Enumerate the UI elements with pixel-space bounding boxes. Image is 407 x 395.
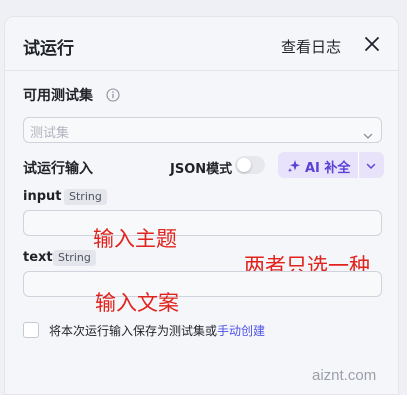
chevron-down-icon bbox=[363, 126, 373, 139]
panel-title: 试运行 bbox=[23, 39, 74, 59]
save-as-test-set-text: 将本次运行输入保存为测试集或手动创建 bbox=[49, 322, 265, 339]
panel-header: 试运行 查看日志 bbox=[5, 17, 398, 71]
ai-options-dropdown[interactable] bbox=[359, 152, 384, 178]
ai-complete-button-group: AI 补全 bbox=[278, 152, 384, 178]
ai-complete-button[interactable]: AI 补全 bbox=[278, 152, 358, 178]
run-input-label: 试运行输入 bbox=[23, 161, 93, 177]
save-as-test-set-checkbox[interactable] bbox=[23, 322, 39, 338]
json-mode-label: JSON模式 bbox=[170, 162, 233, 177]
sparkle-icon bbox=[287, 158, 301, 173]
toggle-knob bbox=[237, 158, 251, 172]
text-field[interactable] bbox=[23, 271, 382, 297]
save-as-test-set-label: 将本次运行输入保存为测试集或 bbox=[49, 324, 218, 338]
info-icon bbox=[106, 87, 120, 102]
chevron-down-icon bbox=[366, 163, 376, 169]
field-name-text: text bbox=[23, 250, 53, 265]
type-tag-input: String bbox=[64, 189, 107, 205]
test-set-placeholder: 测试集 bbox=[30, 126, 70, 141]
ai-complete-label: AI 补全 bbox=[305, 161, 351, 176]
annotation-input-copy: 输入文案 bbox=[95, 291, 179, 315]
field-name-input: input bbox=[23, 189, 62, 204]
test-set-select[interactable]: 测试集 bbox=[23, 117, 382, 143]
watermark: aiznt.com bbox=[312, 367, 377, 384]
annotation-input-topic: 输入主题 bbox=[93, 227, 177, 251]
test-run-panel: 试运行 查看日志 可用测试集 测试集 试运行输入 JSON模式 AI 补全 in… bbox=[4, 16, 399, 395]
close-icon[interactable] bbox=[361, 33, 383, 55]
manual-create-link[interactable]: 手动创建 bbox=[217, 324, 265, 338]
view-logs-link[interactable]: 查看日志 bbox=[281, 36, 341, 57]
input-field[interactable] bbox=[23, 210, 382, 236]
type-tag-text: String bbox=[53, 250, 96, 266]
json-mode-toggle[interactable] bbox=[235, 156, 265, 174]
test-set-label: 可用测试集 bbox=[23, 88, 93, 104]
